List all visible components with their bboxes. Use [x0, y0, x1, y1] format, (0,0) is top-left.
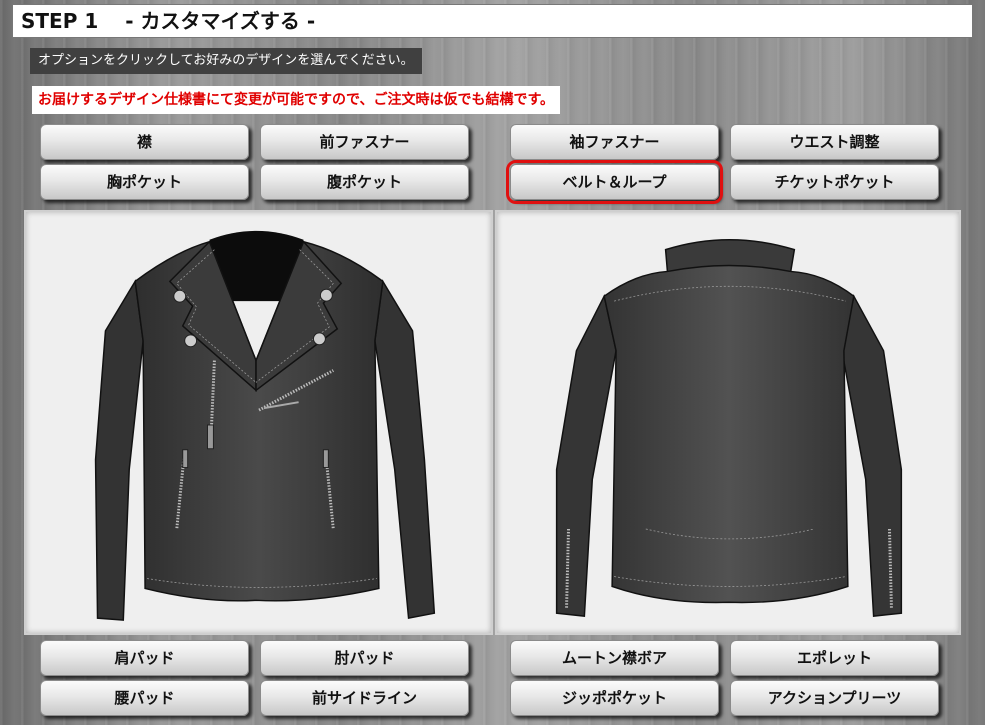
option-chest-pocket-button[interactable]: 胸ポケット: [40, 164, 249, 200]
option-belt-loop-button[interactable]: ベルト＆ループ: [506, 160, 723, 204]
instruction-label: オプションをクリックしてお好みのデザインを選んでください。: [30, 48, 422, 74]
option-hip-pad-button[interactable]: 腰パッド: [40, 680, 249, 716]
option-belly-pocket-button[interactable]: 腹ポケット: [260, 164, 469, 200]
jacket-back-preview: [495, 210, 961, 635]
jacket-back-image: [555, 238, 903, 617]
jacket-front-image: [94, 230, 436, 621]
option-shoulder-pad-button[interactable]: 肩パッド: [40, 640, 249, 676]
notice-label: お届けするデザイン仕様書にて変更が可能ですので、ご注文時は仮でも結構です。: [32, 86, 561, 114]
option-epaulette-button[interactable]: エポレット: [730, 640, 939, 676]
option-zippo-pocket-button[interactable]: ジッポポケット: [510, 680, 719, 716]
page-title: STEP 1 - カスタマイズする -: [12, 4, 973, 38]
option-front-side-line-button[interactable]: 前サイドライン: [260, 680, 469, 716]
option-collar-button[interactable]: 襟: [40, 124, 249, 160]
option-ticket-pocket-button[interactable]: チケットポケット: [730, 164, 939, 200]
option-action-pleats-button[interactable]: アクションプリーツ: [730, 680, 939, 716]
option-sleeve-zipper-button[interactable]: 袖ファスナー: [510, 124, 719, 160]
jacket-front-preview: [24, 210, 493, 635]
option-waist-adjust-button[interactable]: ウエスト調整: [730, 124, 939, 160]
option-front-zipper-button[interactable]: 前ファスナー: [260, 124, 469, 160]
option-elbow-pad-button[interactable]: 肘パッド: [260, 640, 469, 676]
option-mouton-collar-button[interactable]: ムートン襟ボア: [510, 640, 719, 676]
